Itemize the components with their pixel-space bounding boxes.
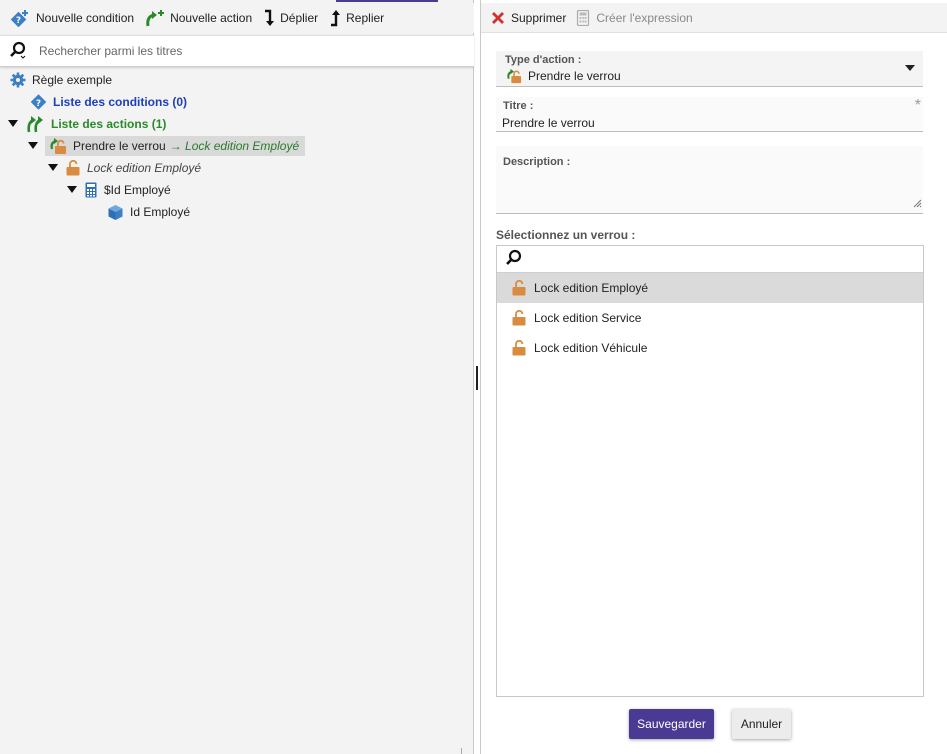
tree-node-variable[interactable]: $Id Employé <box>66 180 171 200</box>
lock-open-icon <box>65 160 81 176</box>
take-lock-icon <box>49 137 67 155</box>
tree-node-rule[interactable]: Règle exemple <box>10 70 112 90</box>
green-arrow-plus-icon <box>144 9 166 27</box>
description-field[interactable]: Description : <box>496 146 923 214</box>
action-type-value: Prendre le verrou <box>505 68 621 84</box>
arrow-up-icon <box>328 9 342 27</box>
editor-toolbar: Supprimer Créer l'expression <box>481 3 947 33</box>
title-field[interactable]: Titre : Prendre le verrou * <box>496 97 923 132</box>
active-tab-indicator <box>336 0 438 2</box>
tree-node-actions-label: Liste des actions (1) <box>51 117 167 131</box>
create-expression-button[interactable]: Créer l'expression <box>576 5 693 31</box>
expanded-caret-icon[interactable] <box>27 140 39 152</box>
lock-item[interactable]: Lock edition Employé <box>497 273 923 303</box>
svg-text:?: ? <box>16 16 21 26</box>
resize-grip-icon[interactable] <box>913 197 922 211</box>
tree-toolbar: ? Nouvelle condition Nouvelle action Dép… <box>0 3 474 33</box>
collapse-label: Replier <box>346 11 385 25</box>
expanded-caret-icon[interactable] <box>47 162 59 174</box>
search-icon <box>505 249 522 269</box>
lock-search-bar <box>497 246 923 273</box>
title-input[interactable]: Prendre le verrou <box>502 116 595 130</box>
new-action-button[interactable]: Nouvelle action <box>144 5 252 31</box>
tree-search-input[interactable] <box>39 44 439 58</box>
lock-item[interactable]: Lock edition Service <box>497 303 923 333</box>
lock-open-icon <box>511 280 527 296</box>
search-icon <box>9 41 27 62</box>
lock-open-icon <box>511 340 527 356</box>
lock-items: Lock edition Employé Lock edition Service… <box>497 273 923 363</box>
rule-tree-pane: ? Nouvelle condition Nouvelle action Dép… <box>0 0 474 754</box>
expand-button[interactable]: Déplier <box>262 5 318 31</box>
new-condition-label: Nouvelle condition <box>36 11 135 25</box>
pane-splitter-handle[interactable] <box>476 366 478 390</box>
diamond-question-icon: ? <box>29 94 47 110</box>
lock-list: Lock edition Employé Lock edition Service… <box>496 245 924 697</box>
create-expression-label: Créer l'expression <box>596 10 693 25</box>
tree-node-actions[interactable]: Liste des actions (1) <box>7 114 166 134</box>
x-icon <box>491 11 505 25</box>
tree-node-conditions-label: Liste des conditions (0) <box>53 95 188 109</box>
action-type-label: Type d'action : <box>505 54 582 66</box>
lock-open-icon <box>511 310 527 326</box>
tree-search-bar <box>0 35 474 67</box>
lock-select-label: Sélectionnez un verrou : <box>496 228 636 242</box>
expanded-caret-icon[interactable] <box>66 184 78 196</box>
required-asterisk-icon: * <box>914 97 921 114</box>
tree-node-entity[interactable]: Id Employé <box>107 202 190 222</box>
tree-node-entity-label: Id Employé <box>130 205 191 219</box>
arrow-down-icon <box>262 9 276 27</box>
cancel-button[interactable]: Annuler <box>732 709 791 739</box>
description-label: Description : <box>503 156 571 168</box>
tree-node-action-target: → Lock edition Employé <box>169 139 300 153</box>
tree-node-action-lock[interactable]: Prendre le verrou → Lock edition Employé <box>27 136 306 156</box>
new-action-label: Nouvelle action <box>170 11 253 25</box>
action-editor-pane: Supprimer Créer l'expression Type d'acti… <box>480 0 947 754</box>
action-type-select[interactable]: Type d'action : Prendre le verrou <box>496 51 923 87</box>
lock-item-label: Lock edition Service <box>534 311 642 325</box>
svg-text:?: ? <box>36 99 41 109</box>
tree-node-conditions[interactable]: ? Liste des conditions (0) <box>29 92 187 112</box>
save-button[interactable]: Sauvegarder <box>629 709 714 739</box>
delete-button[interactable]: Supprimer <box>491 5 566 31</box>
calculator-icon <box>576 9 590 26</box>
calculator-icon <box>84 182 98 198</box>
tree-node-action-label: Prendre le verrou <box>73 139 166 153</box>
tree-node-lock[interactable]: Lock edition Employé <box>47 158 201 178</box>
lock-item[interactable]: Lock edition Véhicule <box>497 333 923 363</box>
dropdown-caret-icon[interactable] <box>905 65 915 71</box>
expanded-caret-icon[interactable] <box>7 118 19 130</box>
gear-icon <box>10 72 26 88</box>
cube-icon <box>107 204 124 221</box>
tree-node-lock-label: Lock edition Employé <box>87 161 202 175</box>
collapse-button[interactable]: Replier <box>328 5 384 31</box>
new-condition-button[interactable]: ? Nouvelle condition <box>10 5 134 31</box>
selected-tree-row[interactable]: Prendre le verrou → Lock edition Employé <box>45 136 306 156</box>
action-type-text: Prendre le verrou <box>528 69 621 83</box>
diamond-question-plus-icon: ? <box>10 9 32 27</box>
tree-node-rule-label: Règle exemple <box>32 73 113 87</box>
title-label: Titre : <box>503 100 534 112</box>
expand-label: Déplier <box>280 11 319 25</box>
green-arrows-icon <box>25 115 45 133</box>
tree-node-variable-label: $Id Employé <box>104 183 171 197</box>
lock-search-input[interactable] <box>528 252 908 266</box>
lock-item-label: Lock edition Véhicule <box>534 341 648 355</box>
lock-item-label: Lock edition Employé <box>534 281 649 295</box>
take-lock-icon <box>505 68 523 84</box>
delete-label: Supprimer <box>511 10 567 25</box>
